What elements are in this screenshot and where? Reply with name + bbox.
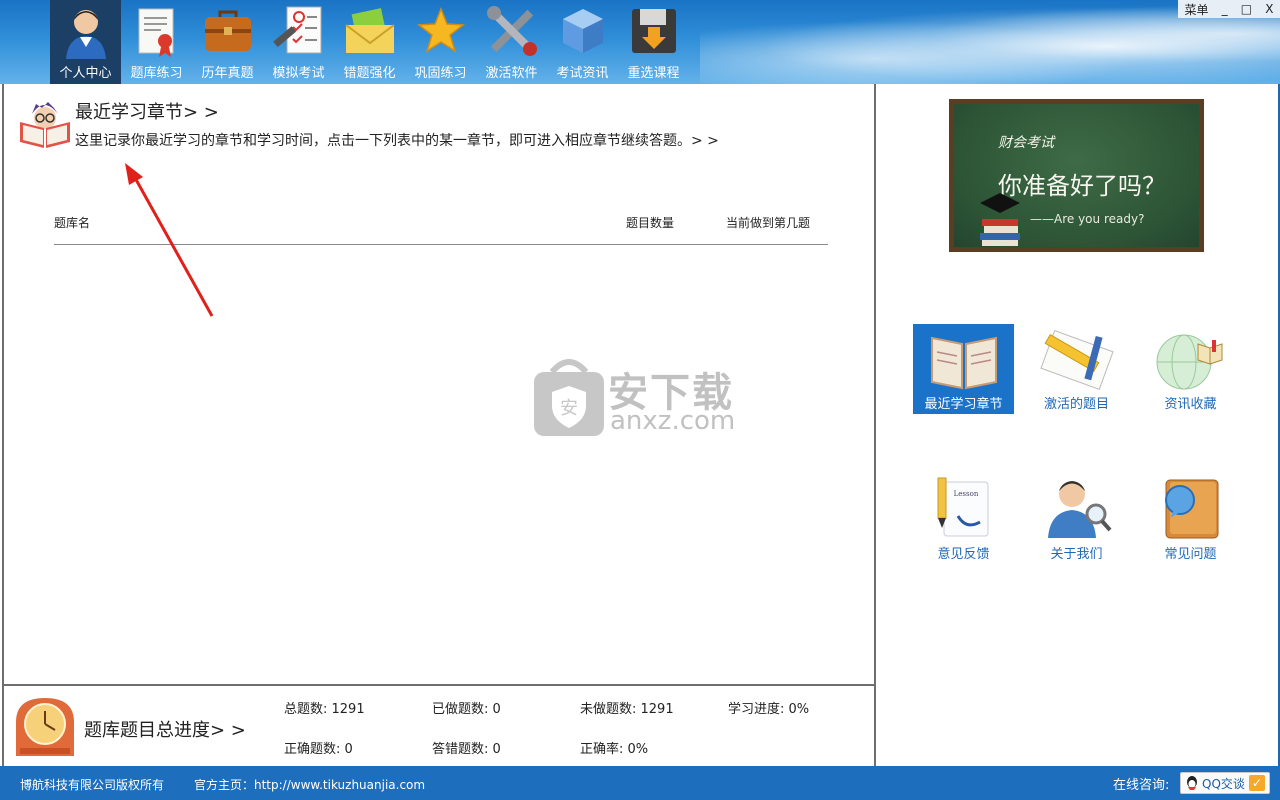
briefcase-icon xyxy=(204,10,251,51)
right-sidebar: 财会考试 你准备好了吗？ ——Are you ready? 最近学习章节 激活的… xyxy=(876,84,1280,766)
watermark: 安 安下载 anxz.com xyxy=(532,356,752,446)
shortcut-about-us[interactable]: 关于我们 xyxy=(1026,474,1127,564)
nav-wrong-questions[interactable]: 错题强化 xyxy=(334,0,405,84)
copyright-text: 博航科技有限公司版权所有 xyxy=(20,778,165,792)
nav-consolidate-practice[interactable]: 巩固练习 xyxy=(405,0,476,84)
stat-wrong: 答错题数: 0 xyxy=(432,742,501,757)
board-brand: 财会考试 xyxy=(998,135,1054,151)
stat-done: 已做题数: 0 xyxy=(432,702,501,717)
books-graduation-icon xyxy=(980,193,1020,246)
stat-study-progress: 学习进度: 0% xyxy=(728,702,810,717)
watermark-sub: anxz.com xyxy=(610,406,736,436)
shortcut-feedback[interactable]: Lesson 意见反馈 xyxy=(913,474,1014,564)
qq-button-label: QQ交谈 xyxy=(1202,776,1245,791)
maximize-button[interactable]: □ xyxy=(1241,2,1252,16)
globe-book-icon xyxy=(1156,334,1222,390)
close-button[interactable]: X xyxy=(1265,2,1273,16)
stat-accuracy: 正确率: 0% xyxy=(580,742,649,757)
shortcut-news-favorites[interactable]: 资讯收藏 xyxy=(1140,324,1241,414)
nav-reselect-course[interactable]: 重选课程 xyxy=(618,0,689,84)
nav-label: 个人中心 xyxy=(59,66,112,81)
nav-past-exams[interactable]: 历年真题 xyxy=(192,0,263,84)
total-progress-panel: 题库题目总进度> > 总题数: 1291 已做题数: 0 未做题数: 1291 … xyxy=(2,684,876,766)
checkmark-icon: ✓ xyxy=(1248,775,1265,791)
qq-chat-button[interactable]: QQ交谈 ✓ xyxy=(1180,772,1270,794)
shortcut-recent-chapters[interactable]: 最近学习章节 xyxy=(913,324,1014,414)
person-magnifier-icon xyxy=(1047,481,1111,538)
stat-undone: 未做题数: 1291 xyxy=(580,702,674,717)
nav-label: 历年真题 xyxy=(201,66,254,81)
online-consult-label: 在线咨询: xyxy=(1113,778,1170,793)
shortcut-label: 常见问题 xyxy=(1164,547,1217,562)
nav-label: 重选课程 xyxy=(627,66,680,81)
nav-label: 模拟考试 xyxy=(272,66,325,81)
shortcut-activated-questions[interactable]: 激活的题目 xyxy=(1026,324,1127,414)
nav-label: 题库练习 xyxy=(130,66,183,81)
status-footer: 博航科技有限公司版权所有 官方主页：http://www.tikuzhuanji… xyxy=(0,766,1280,800)
chalkboard-banner: 财会考试 你准备好了吗？ ——Are you ready? xyxy=(949,99,1204,252)
window-controls: 菜单 _ □ X xyxy=(1178,0,1280,18)
stat-total: 总题数: 1291 xyxy=(284,702,365,717)
top-toolbar: 个人中心 题库练习 历年真题 模拟考试 错题强化 巩固练习 激活软件 考试资讯 … xyxy=(0,0,1280,84)
svg-text:Lesson: Lesson xyxy=(953,490,978,498)
cube-icon xyxy=(562,9,603,53)
homepage-link[interactable]: 官方主页：http://www.tikuzhuanjia.com xyxy=(194,776,425,793)
ruler-pencil-icon xyxy=(1039,330,1114,390)
nav-label: 错题强化 xyxy=(343,66,396,81)
nav-mock-exam[interactable]: 模拟考试 xyxy=(263,0,334,84)
exam-paper-icon xyxy=(272,6,321,54)
nav-label: 激活软件 xyxy=(485,66,538,81)
shortcut-label: 意见反馈 xyxy=(937,547,990,562)
shield-bag-icon: 安 xyxy=(534,359,604,436)
nav-activate-software[interactable]: 激活软件 xyxy=(476,0,547,84)
menu-button[interactable]: 菜单 xyxy=(1185,1,1209,18)
total-progress-title: 题库题目总进度> > xyxy=(84,720,246,741)
board-subtitle: ——Are you ready? xyxy=(1030,212,1145,226)
envelope-icon xyxy=(344,8,395,53)
shortcut-label: 最近学习章节 xyxy=(924,397,1003,412)
stat-correct: 正确题数: 0 xyxy=(284,742,353,757)
qq-penguin-icon xyxy=(1187,776,1197,790)
shortcut-label: 激活的题目 xyxy=(1043,397,1109,412)
main-nav: 个人中心 题库练习 历年真题 模拟考试 错题强化 巩固练习 激活软件 考试资讯 … xyxy=(50,0,689,84)
recent-chapters-panel: 最近学习章节> > 这里记录你最近学习的章节和学习时间，点击一下列表中的某一章节… xyxy=(2,84,876,685)
minimize-button[interactable]: _ xyxy=(1222,2,1228,16)
user-avatar-icon xyxy=(65,10,106,59)
nav-exam-news[interactable]: 考试资讯 xyxy=(547,0,618,84)
star-icon xyxy=(416,6,465,53)
book-bubble-icon xyxy=(1164,479,1218,539)
clock-icon xyxy=(16,698,74,756)
nav-label: 巩固练习 xyxy=(414,66,467,81)
open-book-icon xyxy=(930,336,997,390)
nav-personal-center[interactable]: 个人中心 xyxy=(50,0,121,84)
pen-paper-icon: Lesson xyxy=(937,477,988,537)
shortcut-label: 资讯收藏 xyxy=(1164,397,1217,412)
svg-text:安: 安 xyxy=(560,398,578,419)
shortcut-label: 关于我们 xyxy=(1050,547,1103,562)
certificate-icon xyxy=(138,8,173,57)
shortcut-faq[interactable]: 常见问题 xyxy=(1140,474,1241,564)
nav-label: 考试资讯 xyxy=(556,66,609,81)
chalkboard: 财会考试 你准备好了吗？ ——Are you ready? xyxy=(954,104,1199,247)
nav-question-bank[interactable]: 题库练习 xyxy=(121,0,192,84)
tools-icon xyxy=(486,6,537,56)
save-disk-icon xyxy=(631,9,676,53)
